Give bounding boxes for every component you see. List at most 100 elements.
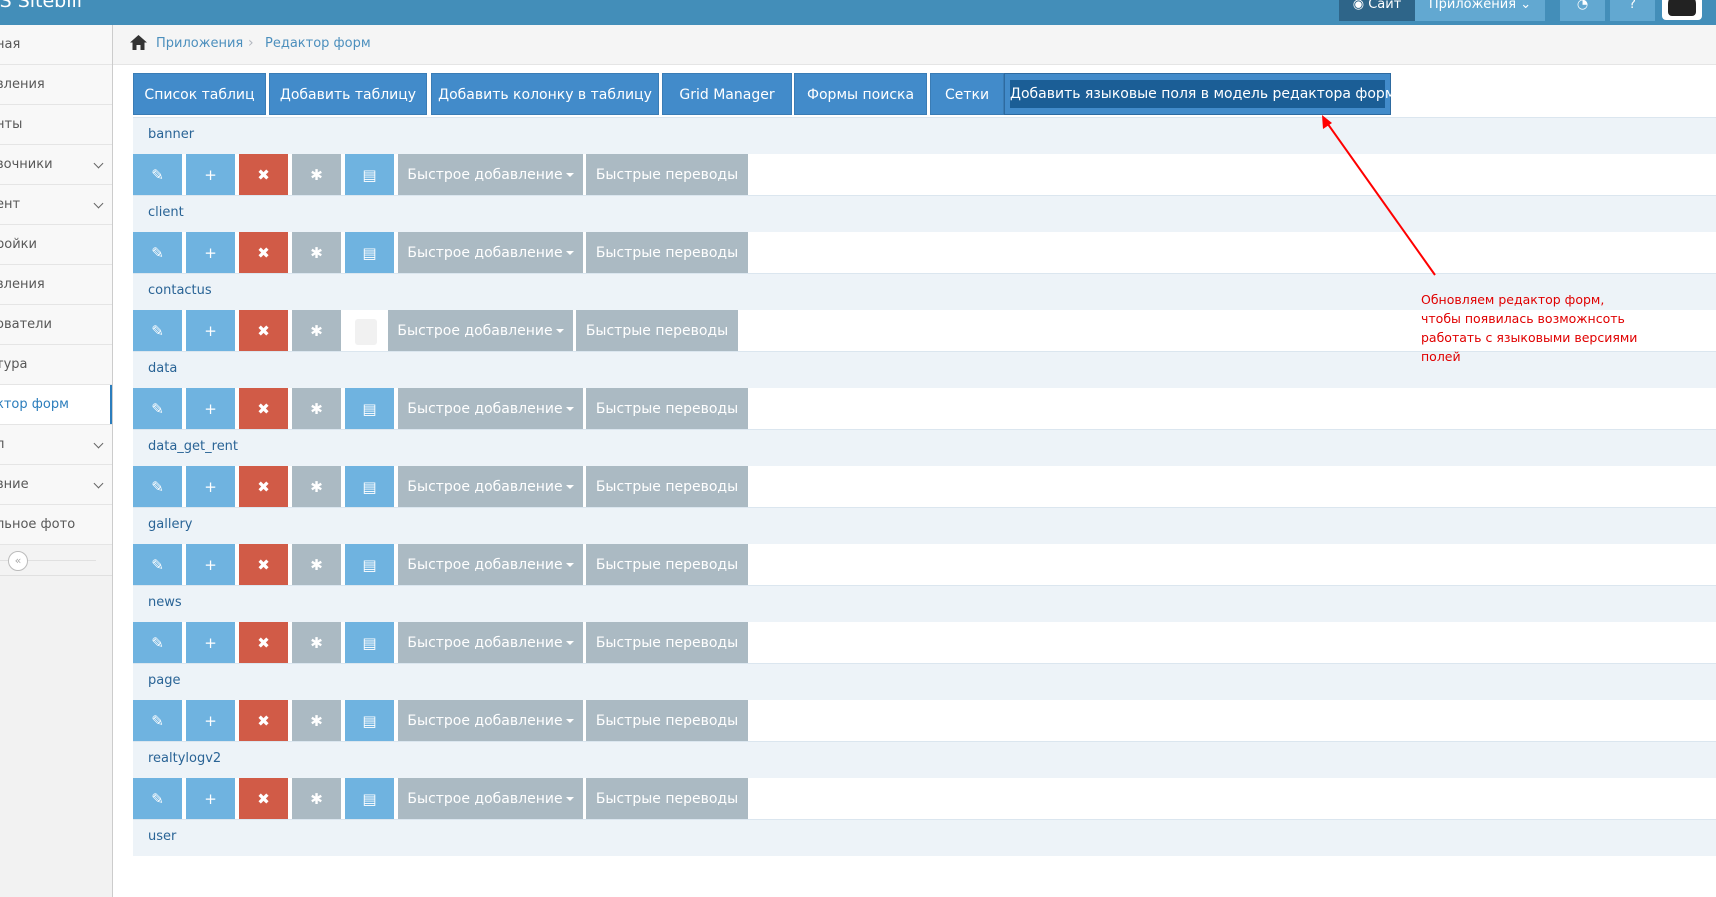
sidebar-item[interactable]: ент bbox=[0, 185, 112, 225]
list-button[interactable]: ▤ bbox=[345, 388, 394, 431]
settings-button[interactable]: ✱ bbox=[292, 700, 341, 743]
edit-button[interactable]: ✎ bbox=[133, 778, 182, 821]
delete-button[interactable]: ✖ bbox=[239, 778, 288, 821]
edit-button[interactable]: ✎ bbox=[133, 544, 182, 587]
add-field-button[interactable]: + bbox=[186, 466, 235, 509]
table-name-link[interactable]: client bbox=[148, 205, 184, 220]
quick-translate-button[interactable]: Быстрые переводы bbox=[586, 388, 748, 431]
delete-button[interactable]: ✖ bbox=[239, 466, 288, 509]
add-field-button[interactable]: + bbox=[186, 154, 235, 197]
sidebar-item[interactable]: ройки bbox=[0, 225, 112, 265]
edit-button[interactable]: ✎ bbox=[133, 232, 182, 275]
delete-button[interactable]: ✖ bbox=[239, 310, 288, 353]
list-button[interactable]: ▤ bbox=[345, 622, 394, 665]
breadcrumb-apps[interactable]: Приложения bbox=[156, 36, 243, 51]
double-left-chevron-icon[interactable]: « bbox=[8, 551, 28, 571]
add-field-button[interactable]: + bbox=[186, 388, 235, 431]
quick-translate-button[interactable]: Быстрые переводы bbox=[586, 466, 748, 509]
list-button[interactable]: ▤ bbox=[345, 154, 394, 197]
quick-translate-button[interactable]: Быстрые переводы bbox=[586, 544, 748, 587]
edit-button[interactable]: ✎ bbox=[133, 466, 182, 509]
table-name-link[interactable]: gallery bbox=[148, 517, 192, 532]
dashboard-button[interactable]: ◔ bbox=[1560, 0, 1605, 21]
user-avatar[interactable] bbox=[1662, 0, 1702, 20]
sidebar-item[interactable]: п bbox=[0, 425, 112, 465]
settings-button[interactable]: ✱ bbox=[292, 622, 341, 665]
quick-translate-button[interactable]: Быстрые переводы bbox=[586, 232, 748, 275]
tab-add-table[interactable]: Добавить таблицу bbox=[269, 73, 427, 115]
tab-add-column[interactable]: Добавить колонку в таблицу bbox=[431, 73, 659, 115]
quick-translate-button[interactable]: Быстрые переводы bbox=[586, 622, 748, 665]
list-button[interactable]: ▤ bbox=[345, 466, 394, 509]
sidebar-item[interactable]: вления bbox=[0, 265, 112, 305]
quick-add-dropdown[interactable]: Быстрое добавление bbox=[388, 310, 573, 353]
add-field-button[interactable]: + bbox=[186, 778, 235, 821]
quick-translate-button[interactable]: Быстрые переводы bbox=[576, 310, 738, 353]
edit-button[interactable]: ✎ bbox=[133, 700, 182, 743]
help-button[interactable]: ? bbox=[1610, 0, 1655, 21]
sidebar-item[interactable]: ная bbox=[0, 25, 112, 65]
quick-translate-button[interactable]: Быстрые переводы bbox=[586, 778, 748, 821]
list-button[interactable]: ▤ bbox=[345, 778, 394, 821]
table-name-link[interactable]: realtylogv2 bbox=[148, 751, 221, 766]
sidebar-collapse[interactable]: « bbox=[0, 545, 112, 576]
settings-button[interactable]: ✱ bbox=[292, 544, 341, 587]
sidebar-item[interactable]: ователи bbox=[0, 305, 112, 345]
settings-button[interactable]: ✱ bbox=[292, 388, 341, 431]
tab-list-tables[interactable]: Список таблиц bbox=[133, 73, 266, 115]
table-name-link[interactable]: data_get_rent bbox=[148, 439, 238, 454]
sidebar-item[interactable]: вления bbox=[0, 65, 112, 105]
delete-button[interactable]: ✖ bbox=[239, 232, 288, 275]
sidebar-item[interactable]: вочники bbox=[0, 145, 112, 185]
quick-add-dropdown[interactable]: Быстрое добавление bbox=[398, 154, 583, 197]
table-name-link[interactable]: banner bbox=[148, 127, 194, 142]
home-icon[interactable] bbox=[130, 35, 147, 50]
add-field-button[interactable]: + bbox=[186, 622, 235, 665]
edit-button[interactable]: ✎ bbox=[133, 310, 182, 353]
tab-grids[interactable]: Сетки bbox=[930, 73, 1004, 115]
add-field-button[interactable]: + bbox=[186, 700, 235, 743]
settings-button[interactable]: ✱ bbox=[292, 232, 341, 275]
quick-add-dropdown[interactable]: Быстрое добавление bbox=[398, 622, 583, 665]
delete-button[interactable]: ✖ bbox=[239, 388, 288, 431]
quick-add-dropdown[interactable]: Быстрое добавление bbox=[398, 700, 583, 743]
list-button[interactable]: ▤ bbox=[345, 232, 394, 275]
table-name-link[interactable]: page bbox=[148, 673, 180, 688]
delete-button[interactable]: ✖ bbox=[239, 700, 288, 743]
add-field-button[interactable]: + bbox=[186, 232, 235, 275]
quick-translate-button[interactable]: Быстрые переводы bbox=[586, 700, 748, 743]
sidebar-item[interactable]: нты bbox=[0, 105, 112, 145]
list-button[interactable]: ▤ bbox=[345, 544, 394, 587]
settings-button[interactable]: ✱ bbox=[292, 154, 341, 197]
add-lang-fields-button[interactable]: Добавить языковые поля в модель редактор… bbox=[1010, 80, 1395, 108]
site-button[interactable]: ◉ Сайт bbox=[1339, 0, 1415, 21]
edit-button[interactable]: ✎ bbox=[133, 622, 182, 665]
apps-menu-button[interactable]: Приложения ⌄ bbox=[1415, 0, 1545, 21]
settings-button[interactable]: ✱ bbox=[292, 310, 341, 353]
edit-button[interactable]: ✎ bbox=[133, 154, 182, 197]
edit-button[interactable]: ✎ bbox=[133, 388, 182, 431]
tab-search-forms[interactable]: Формы поиска bbox=[794, 73, 927, 115]
settings-button[interactable]: ✱ bbox=[292, 466, 341, 509]
sidebar-item[interactable]: льное фото bbox=[0, 505, 112, 545]
quick-add-dropdown[interactable]: Быстрое добавление bbox=[398, 544, 583, 587]
table-name-link[interactable]: data bbox=[148, 361, 177, 376]
add-field-button[interactable]: + bbox=[186, 310, 235, 353]
quick-add-dropdown[interactable]: Быстрое добавление bbox=[398, 232, 583, 275]
delete-button[interactable]: ✖ bbox=[239, 544, 288, 587]
delete-button[interactable]: ✖ bbox=[239, 622, 288, 665]
quick-add-dropdown[interactable]: Быстрое добавление bbox=[398, 466, 583, 509]
tab-grid-manager[interactable]: Grid Manager bbox=[662, 73, 792, 115]
add-field-button[interactable]: + bbox=[186, 544, 235, 587]
quick-translate-button[interactable]: Быстрые переводы bbox=[586, 154, 748, 197]
table-name-link[interactable]: user bbox=[148, 829, 176, 844]
delete-button[interactable]: ✖ bbox=[239, 154, 288, 197]
sidebar-item[interactable]: тура bbox=[0, 345, 112, 385]
settings-button[interactable]: ✱ bbox=[292, 778, 341, 821]
table-name-link[interactable]: contactus bbox=[148, 283, 212, 298]
brand-logo[interactable]: IS Sitebill bbox=[0, 0, 82, 13]
quick-add-dropdown[interactable]: Быстрое добавление bbox=[398, 388, 583, 431]
sidebar-item[interactable]: вние bbox=[0, 465, 112, 505]
table-name-link[interactable]: news bbox=[148, 595, 182, 610]
quick-add-dropdown[interactable]: Быстрое добавление bbox=[398, 778, 583, 821]
